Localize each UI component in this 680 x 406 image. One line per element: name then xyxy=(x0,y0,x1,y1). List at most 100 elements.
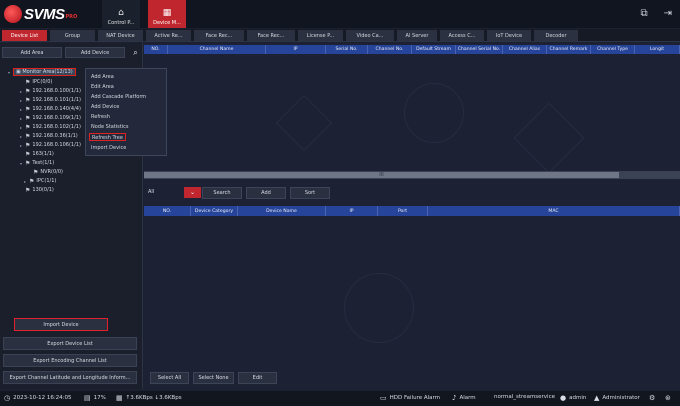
status-user[interactable]: ● admin xyxy=(560,394,586,402)
tab-face-recognition-2[interactable]: Face Rec... xyxy=(247,30,295,41)
settings-icon[interactable]: ⚙ xyxy=(649,394,658,402)
horizontal-scrollbar[interactable]: III xyxy=(144,171,680,179)
tab-nat-device[interactable]: NAT Device xyxy=(98,30,143,41)
cpu-text: 17% xyxy=(93,395,106,401)
device-icon: ⚑ xyxy=(29,177,35,185)
tab-ai-server[interactable]: AI Server xyxy=(397,30,437,41)
exit-icon[interactable]: ⇥ xyxy=(664,8,672,19)
edit-button[interactable]: Edit xyxy=(238,372,277,384)
import-device-button[interactable]: Import Device xyxy=(14,318,108,331)
tree-item[interactable]: ⚑ 163(1/1) xyxy=(20,150,54,158)
column-header: Default Stream xyxy=(412,45,456,54)
tree-label: 192.168.0.140(4/4) xyxy=(32,106,81,112)
tree-item[interactable]: ▸ ⚑ 192.168.0.36(1/1) xyxy=(20,132,78,140)
tree-root-label[interactable]: ▣ Monitor Area(12/13) xyxy=(13,68,76,76)
status-datetime: ◷ 2023-10-12 16:24:05 xyxy=(4,394,72,402)
add-button[interactable]: Add xyxy=(246,187,286,199)
user-icon: ● xyxy=(560,394,567,402)
sub-tab-bar: Device List Group NAT Device Active Re..… xyxy=(0,29,680,42)
add-area-button[interactable]: Add Area xyxy=(2,47,62,58)
tree-label: IPC(0/0) xyxy=(32,79,53,85)
device-icon: ⚑ xyxy=(25,159,31,167)
clock-icon: ◷ xyxy=(4,394,11,402)
column-header: NO. xyxy=(144,45,168,54)
select-none-button[interactable]: Select None xyxy=(193,372,234,384)
tab-group[interactable]: Group xyxy=(50,30,95,41)
device-icon: ⚑ xyxy=(25,96,31,104)
status-alarm[interactable]: ♪ Alarm xyxy=(452,394,476,402)
tab-decoder[interactable]: Decoder xyxy=(534,30,578,41)
restore-icon[interactable]: ⧉ xyxy=(640,8,647,19)
chevron-down-icon[interactable]: ⌄ xyxy=(184,187,201,198)
main-panel: NO. Channel Name IP Serial No. Channel N… xyxy=(144,43,680,389)
status-hdd[interactable]: ▭ HDD Failure Alarm xyxy=(380,394,440,402)
tree-item[interactable]: ⚑ 130(0/1) xyxy=(20,186,54,194)
column-header: Channel Remark xyxy=(547,45,591,54)
column-header: Channel Serial No. xyxy=(456,45,503,54)
tab-device-list[interactable]: Device List xyxy=(2,30,47,41)
tree-item[interactable]: ▸ ⚑ 192.168.0.140(4/4) xyxy=(20,105,81,113)
tree-item[interactable]: ▸ ⚑ IPC(1/1) xyxy=(20,177,56,185)
logo-pro: PRO xyxy=(65,14,78,20)
info-glyph-icon: ⊛ xyxy=(665,394,671,402)
menu-item-add-device[interactable]: Add Device xyxy=(91,103,119,111)
logo-text: SVMS xyxy=(24,5,65,23)
column-header: IP xyxy=(326,206,378,216)
menu-item-refresh[interactable]: Refresh xyxy=(91,113,110,121)
datetime-text: 2023-10-12 16:24:05 xyxy=(13,395,72,401)
menu-item-add-cascade-platform[interactable]: Add Cascade Platform xyxy=(91,93,146,101)
nav-tab-device-management[interactable]: ▦ Device M... xyxy=(148,0,186,28)
tree-item[interactable]: ▸ ⚑ 192.168.0.106(1/1) xyxy=(20,141,81,149)
export-encoding-channel-list-button[interactable]: Export Encoding Channel List xyxy=(3,354,137,367)
menu-item-refresh-tree[interactable]: Refresh Tree xyxy=(89,133,126,141)
scrollbar-grip: III xyxy=(379,172,384,178)
nav-tab-control-panel[interactable]: ⌂ Control P... xyxy=(102,0,140,28)
gear-icon: ⚙ xyxy=(649,394,656,402)
tree-item[interactable]: ▸ ⚑ 192.168.0.102(1/1) xyxy=(20,123,81,131)
tree-item[interactable]: ⚑ NVR(0/0) xyxy=(28,168,63,176)
tree-item[interactable]: ▾ ⚑ Test(1/1) xyxy=(20,159,54,167)
tree-item[interactable]: ▸ ⚑ 192.168.0.109(1/1) xyxy=(20,114,81,122)
lock-icon: ▲ xyxy=(594,394,600,402)
search-button[interactable]: Search xyxy=(202,187,242,199)
tree-item[interactable]: ▸ ⚑ 192.168.0.101(1/1) xyxy=(20,96,81,104)
alarm-text: Alarm xyxy=(459,395,476,401)
tree-label: 192.168.0.36(1/1) xyxy=(32,133,78,139)
tree-label: 192.168.0.106(1/1) xyxy=(32,142,81,148)
tab-face-recognition-1[interactable]: Face Rec... xyxy=(194,30,244,41)
menu-item-node-statistics[interactable]: Node Statistics xyxy=(91,123,129,131)
column-header: Device Name xyxy=(238,206,326,216)
status-cpu: ▤ 17% xyxy=(84,394,106,402)
sort-button[interactable]: Sort xyxy=(290,187,330,199)
info-icon[interactable]: ⊛ xyxy=(665,394,674,402)
menu-item-edit-area[interactable]: Edit Area xyxy=(91,83,114,91)
tree-item[interactable]: ▸ ⚑ 192.168.0.100(1/1) xyxy=(20,87,81,95)
search-icon[interactable]: ⌕ xyxy=(129,47,142,58)
tab-iot-device[interactable]: IoT Device xyxy=(487,30,531,41)
background-decoration xyxy=(275,94,333,152)
select-all-button[interactable]: Select All xyxy=(150,372,189,384)
network-icon: ▦ xyxy=(116,394,123,402)
column-header: Channel Alias xyxy=(503,45,547,54)
tree-label: IPC(1/1) xyxy=(36,178,57,184)
column-header: Device Category xyxy=(191,206,238,216)
tab-access-control[interactable]: Access C... xyxy=(440,30,484,41)
export-latitude-longitude-button[interactable]: Export Channel Latitude and Longitude In… xyxy=(3,371,137,384)
tab-video-capture[interactable]: Video Ca... xyxy=(346,30,394,41)
menu-item-import-device[interactable]: Import Device xyxy=(91,144,126,152)
category-filter-value: All xyxy=(148,189,155,195)
device-icon: ⚑ xyxy=(25,78,31,86)
tab-active-register[interactable]: Active Re... xyxy=(146,30,191,41)
status-bar: ◷ 2023-10-12 16:24:05 ▤ 17% ▦ ↑3.6KBps ↓3.6… xyxy=(0,391,680,406)
menu-item-add-area[interactable]: Add Area xyxy=(91,73,114,81)
device-icon: ⚑ xyxy=(25,123,31,131)
scrollbar-thumb[interactable]: III xyxy=(144,172,619,178)
tab-license-plate[interactable]: License P... xyxy=(298,30,343,41)
device-table-header: NO. Device Category Device Name IP Port … xyxy=(144,206,680,216)
hdd-icon: ▭ xyxy=(380,394,387,402)
tree-item-root[interactable]: ▾ ▣ Monitor Area(12/13) xyxy=(8,68,76,76)
export-device-list-button[interactable]: Export Device List xyxy=(3,337,137,350)
add-device-button[interactable]: Add Device xyxy=(65,47,125,58)
column-header: Port xyxy=(378,206,428,216)
tree-item[interactable]: ⚑ IPC(0/0) xyxy=(20,78,52,86)
